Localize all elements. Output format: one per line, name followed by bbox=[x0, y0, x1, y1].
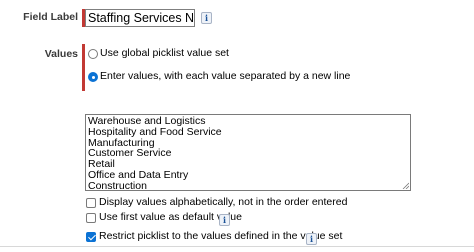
required-indicator bbox=[82, 44, 85, 91]
field-label-caption: Field Label bbox=[23, 11, 78, 23]
field-label-input[interactable]: Staffing Services Neede bbox=[85, 9, 195, 27]
radio-enter-values[interactable] bbox=[88, 72, 98, 82]
info-icon[interactable]: i bbox=[201, 12, 212, 24]
list-item: Construction bbox=[88, 179, 147, 191]
checkbox-sort-alphabetically[interactable] bbox=[86, 198, 96, 208]
resize-grip-icon[interactable] bbox=[402, 182, 409, 189]
list-item: Hospitality and Food Service bbox=[88, 125, 222, 138]
radio-global-picklist[interactable] bbox=[88, 49, 98, 59]
info-icon[interactable]: i bbox=[306, 233, 317, 245]
radio-enter-values-label: Enter values, with each value separated … bbox=[100, 70, 351, 82]
picklist-values-textarea[interactable]: Warehouse and Logistics Hospitality and … bbox=[85, 114, 411, 191]
divider bbox=[0, 246, 474, 247]
checkbox-restrict-picklist[interactable] bbox=[86, 232, 96, 242]
checkbox-sort-alphabetically-label: Display values alphabetically, not in th… bbox=[99, 196, 348, 208]
info-icon[interactable]: i bbox=[219, 214, 230, 226]
radio-global-picklist-label: Use global picklist value set bbox=[100, 47, 229, 59]
checkbox-first-value-default[interactable] bbox=[86, 213, 96, 223]
values-caption: Values bbox=[44, 48, 78, 60]
list-item: Customer Service bbox=[88, 147, 172, 160]
